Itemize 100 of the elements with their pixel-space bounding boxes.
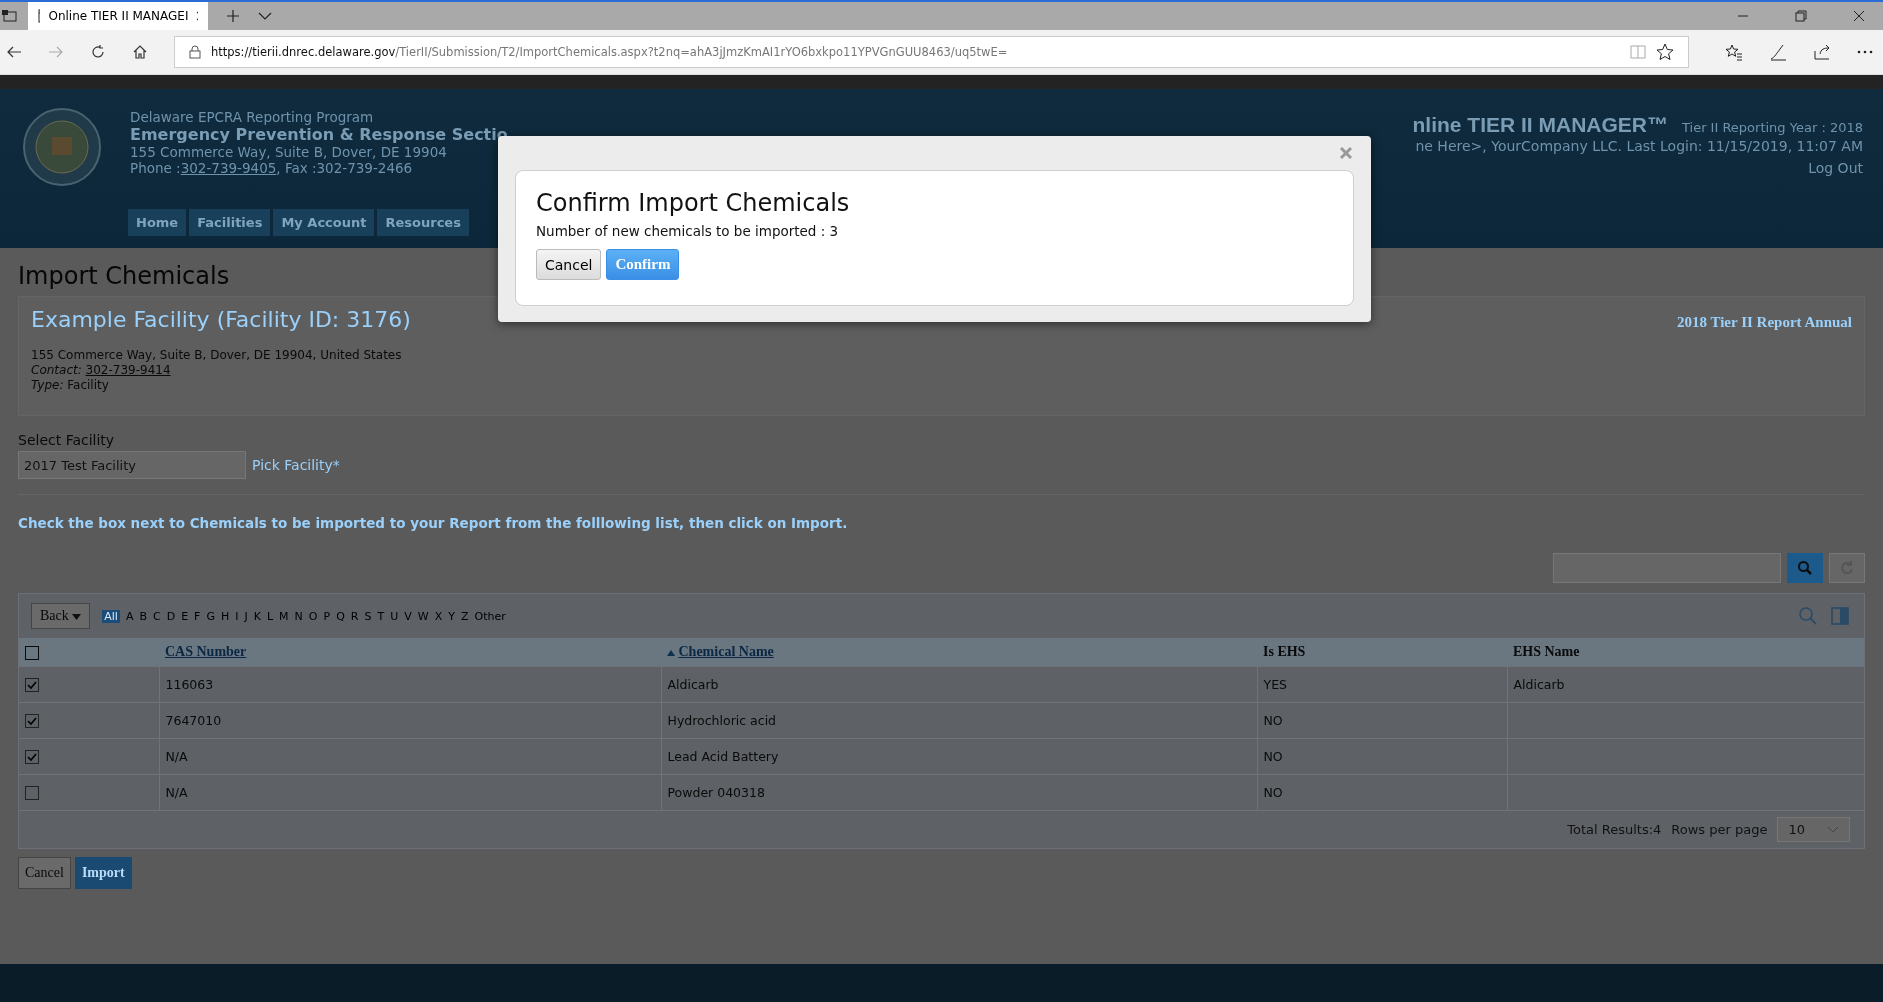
column-header: EHS Name <box>1513 644 1580 659</box>
url-text: https://tierii.dnrec.delaware.gov/TierII/Submission/T2/ImportChemicals.aspx?t2nq=ahA3jJmzKmAI1rYO6bxkpo11YPVGnGUU8463/uq5twE= <box>211 45 1008 59</box>
letter-filter[interactable]: Q <box>336 609 345 623</box>
column-header: Is EHS <box>1263 644 1306 659</box>
letter-filter[interactable]: W <box>417 609 429 623</box>
select-facility-label: Select Facility <box>18 432 116 448</box>
letter-filter[interactable]: N <box>294 609 303 623</box>
header-address: 155 Commerce Way, Suite B, Dover, DE 19904 <box>130 144 448 160</box>
column-header[interactable]: CAS Number <box>165 644 247 659</box>
search-field[interactable] <box>1553 553 1781 583</box>
table-cell: N/A <box>165 749 188 764</box>
facility-field[interactable]: 2017 Test Facility <box>18 451 246 479</box>
select-all-checkbox[interactable] <box>25 645 39 660</box>
row-checkbox[interactable] <box>25 678 39 693</box>
letter-filter[interactable]: A <box>125 609 134 623</box>
nav-tab[interactable]: Home <box>128 209 187 236</box>
restore-icon[interactable] <box>1795 10 1807 22</box>
letter-filter[interactable]: E <box>181 609 189 623</box>
letter-filter[interactable]: T <box>377 609 385 623</box>
letter-filter[interactable]: K <box>253 609 261 623</box>
table-cell: NO <box>1263 749 1283 764</box>
home-icon[interactable] <box>132 44 148 60</box>
table-cell: Hydrochloric acid <box>667 713 777 728</box>
nav-tab[interactable]: My Account <box>273 209 375 236</box>
letter-filter[interactable]: S <box>364 609 372 623</box>
page-heading: Import Chemicals <box>18 262 230 290</box>
letter-filter[interactable]: M <box>279 609 289 623</box>
table-cell: NO <box>1263 713 1283 728</box>
program-name: Delaware EPCRA Reporting Program <box>130 109 375 125</box>
import-button[interactable]: Import <box>74 857 132 889</box>
table-cell: Aldicarb <box>667 677 719 692</box>
letter-filter[interactable]: F <box>194 609 201 623</box>
more-icon[interactable] <box>1857 49 1873 55</box>
nav-tab[interactable]: Facilities <box>189 209 271 236</box>
letter-filter[interactable]: O <box>308 609 318 623</box>
row-checkbox[interactable] <box>25 750 39 765</box>
back-dropdown[interactable]: Back <box>31 603 91 629</box>
check-icon <box>26 715 38 728</box>
report-title: 2018 Tier II Report Annual <box>1676 314 1852 331</box>
lock-icon <box>189 45 201 59</box>
table-cell: Powder 040318 <box>667 785 765 800</box>
refresh-icon[interactable] <box>90 44 106 60</box>
nav-tab[interactable]: Resources <box>377 209 469 236</box>
app-title: nline TIER II MANAGER™ <box>1412 115 1668 134</box>
chevron-down-icon[interactable] <box>258 11 272 21</box>
letter-filter[interactable]: V <box>404 609 412 623</box>
letter-filter[interactable]: U <box>390 609 399 623</box>
column-header[interactable]: Chemical Name <box>678 644 774 659</box>
search-button[interactable] <box>1787 553 1823 583</box>
check-icon <box>26 751 38 764</box>
favorites-icon[interactable] <box>1725 43 1743 61</box>
table-cell: Lead Acid Battery <box>667 749 779 764</box>
facility-type: Type: Facility <box>31 378 110 393</box>
confirm-button[interactable]: Confirm <box>606 249 680 280</box>
letter-filter[interactable]: All <box>102 609 120 623</box>
new-tab-icon[interactable] <box>226 9 240 23</box>
letter-filter[interactable]: G <box>206 609 215 623</box>
cancel-button[interactable]: Cancel <box>18 857 71 889</box>
instruction-text: Check the box next to Chemicals to be imported to your Report from the folllowing list, then click on Import. <box>18 515 849 531</box>
letter-filter[interactable]: C <box>153 609 161 623</box>
facility-contact: Contact: 302-739-9414 <box>31 363 172 378</box>
address-bar[interactable]: https://tierii.dnrec.delaware.gov/TierII/Submission/T2/ImportChemicals.aspx?t2nq=ahA3jJmzKmAI1rYO6bxkpo11YPVGnGUU8463/uq5twE= <box>174 36 1689 68</box>
rows-per-page-dropdown[interactable]: 10 <box>1777 817 1850 842</box>
caret-icon <box>72 614 82 620</box>
letter-filter[interactable]: I <box>235 609 239 623</box>
letter-filter[interactable]: B <box>139 609 147 623</box>
table-cell: Aldicarb <box>1513 677 1565 692</box>
letter-filter[interactable]: R <box>350 609 359 623</box>
facility-name: Example Facility (Facility ID: 3176) <box>31 307 411 332</box>
row-checkbox[interactable] <box>25 786 39 801</box>
letter-filter[interactable]: H <box>220 609 230 623</box>
table-cell: YES <box>1263 677 1287 692</box>
letter-filter[interactable]: D <box>166 609 176 623</box>
dialog-title: Confirm Import Chemicals <box>536 189 851 217</box>
dialog-message: Number of new chemicals to be imported : 3 <box>536 223 840 239</box>
back-icon[interactable] <box>6 45 22 59</box>
table-cell: 116063 <box>165 677 214 692</box>
pick-facility-link[interactable]: Pick Facility* <box>252 457 340 473</box>
cancel-button[interactable]: Cancel <box>536 249 602 280</box>
logout-link[interactable]: Log Out <box>1412 159 1863 178</box>
browser-tab[interactable]: Online TIER II MANAGEI <box>28 2 208 30</box>
letter-filter[interactable]: X <box>434 609 443 623</box>
table-cell: N/A <box>165 785 188 800</box>
check-icon <box>26 679 38 692</box>
facility-address: 155 Commerce Way, Suite B, Dover, DE 19904, United States <box>31 348 403 363</box>
tab-actions-icon[interactable] <box>0 9 18 23</box>
letter-filter[interactable]: Y <box>448 609 455 623</box>
row-checkbox[interactable] <box>25 714 39 729</box>
star-icon[interactable] <box>1656 43 1674 61</box>
letter-filter[interactable]: L <box>266 609 274 623</box>
letter-filter[interactable]: J <box>244 609 248 623</box>
letter-filter[interactable]: Other <box>474 609 506 623</box>
letter-filter[interactable]: P <box>323 609 331 623</box>
total-results: Total Results:4 <box>1567 822 1662 837</box>
pen-icon[interactable] <box>1769 43 1787 61</box>
share-icon[interactable] <box>1813 43 1831 61</box>
reporting-year: Tier II Reporting Year : 2018 <box>1682 119 1863 137</box>
chevron-down-icon <box>1827 825 1839 834</box>
search-icon <box>1797 560 1813 576</box>
letter-filter[interactable]: Z <box>460 609 469 623</box>
